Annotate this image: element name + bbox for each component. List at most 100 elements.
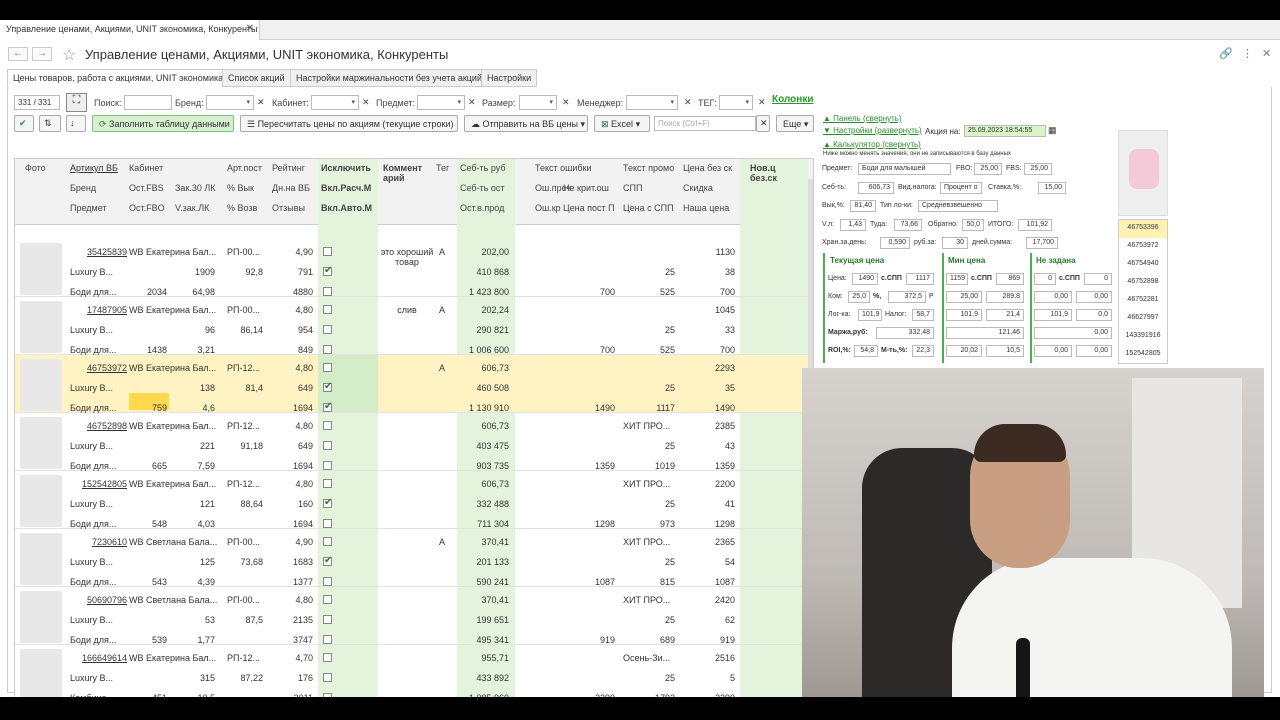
unset-marginality-field[interactable]: 0,00 <box>1076 345 1112 357</box>
article-link[interactable]: 46752898 <box>77 421 127 431</box>
article-link[interactable]: 166649614 <box>77 653 127 663</box>
unset-commission-field[interactable]: 0,00 <box>1034 291 1072 303</box>
unset-logistics-field[interactable]: 101,9 <box>1034 309 1072 321</box>
unset-roi-field[interactable]: 0,00 <box>1034 345 1072 357</box>
more-vert-icon[interactable]: ⋮ <box>1242 47 1253 60</box>
article-id-item[interactable]: 46753396 <box>1119 220 1167 238</box>
article-link[interactable]: 46753972 <box>77 363 127 373</box>
unset-commission-rub-field[interactable]: 0,00 <box>1076 291 1112 303</box>
column-header-c2-1[interactable]: Бренд <box>70 183 96 193</box>
min-roi-field[interactable]: 20,02 <box>946 345 982 357</box>
calendar-icon[interactable]: ▦ <box>1048 125 1057 136</box>
commission-pct-field[interactable]: 25,0 <box>848 291 870 303</box>
unset-cspp-field[interactable]: 0 <box>1084 273 1112 285</box>
column-header-c10-0[interactable]: Себ-ть руб <box>460 163 506 173</box>
product-photo[interactable] <box>20 301 62 353</box>
tab-promos[interactable]: Список акций <box>222 69 291 87</box>
promo-date-field[interactable]: 25.09.2023 18:54:55 <box>964 125 1046 137</box>
search-input[interactable] <box>124 95 172 110</box>
calc-checkbox[interactable] <box>323 555 332 566</box>
column-header-c6-2[interactable]: Отзывы <box>272 203 305 213</box>
clear-icon[interactable]: ✕ <box>684 97 692 108</box>
auto-checkbox[interactable] <box>323 461 332 470</box>
auto-checkbox[interactable] <box>323 287 332 296</box>
column-header-c3-2[interactable]: Ост.FBO <box>129 203 165 213</box>
product-photo[interactable] <box>20 649 62 701</box>
product-photo[interactable] <box>20 475 62 527</box>
brand-select[interactable]: ▾ <box>206 95 254 110</box>
star-icon[interactable]: ☆ <box>62 45 76 65</box>
close-icon[interactable]: ✕ <box>246 23 254 34</box>
unset-margin-field[interactable]: 0,00 <box>1034 327 1112 339</box>
column-header-c6-1[interactable]: Дн.на ВБ <box>272 183 310 193</box>
column-header-c4-2[interactable]: V.зак.ЛК <box>175 203 209 213</box>
column-header-c5-1[interactable]: % Вык <box>227 183 254 193</box>
column-header-c13-1[interactable]: СПП <box>623 183 642 193</box>
column-header-c2-2[interactable]: Предмет <box>70 203 107 213</box>
clear-icon[interactable]: ✕ <box>756 115 770 132</box>
article-id-item[interactable]: 46754940 <box>1119 256 1167 274</box>
min-commission-field[interactable]: 25,00 <box>946 291 982 303</box>
auto-checkbox[interactable] <box>323 635 332 644</box>
article-id-item[interactable]: 46627997 <box>1119 310 1167 328</box>
article-id-item[interactable]: 46752281 <box>1119 292 1167 310</box>
column-header-c7-1[interactable]: Вкл.Расч.М <box>321 183 371 193</box>
size-select[interactable]: ▾ <box>519 95 557 110</box>
column-header-c14-2[interactable]: Наша цена <box>683 203 729 213</box>
article-id-item[interactable]: 143391916 <box>1119 328 1167 346</box>
column-header-c10-1[interactable]: Себ-ть ост <box>460 183 505 193</box>
exclude-checkbox[interactable] <box>323 247 332 256</box>
column-header-c6-0[interactable]: Рейтинг <box>272 163 305 173</box>
column-header-c12-1[interactable]: Не крит.ош <box>563 183 609 193</box>
logistics-type-select[interactable]: Средневзвешенно <box>918 200 998 212</box>
buyout-field[interactable]: 81,40 <box>850 200 876 212</box>
calculator-toggle-link[interactable]: ▲ Калькулятор (свернуть) <box>823 140 921 149</box>
days-field[interactable]: 30 <box>942 237 968 249</box>
column-header-c14-0[interactable]: Цена без ск <box>683 163 732 173</box>
product-photo[interactable] <box>20 359 62 411</box>
recalc-button[interactable]: ☰ Пересчитать цены по акциям (текущие ст… <box>240 115 458 132</box>
column-header-c11-0[interactable]: Текст ошибки <box>535 163 592 173</box>
column-header-c5-2[interactable]: % Возв <box>227 203 257 213</box>
marginality-field[interactable]: 22,3 <box>912 345 934 357</box>
more-button[interactable]: Еще ▾ <box>776 115 814 132</box>
article-id-item[interactable]: 46753972 <box>1119 238 1167 256</box>
browser-tab[interactable]: Управление ценами, Акциями, UNIT экономи… <box>0 20 260 40</box>
column-header-c3-1[interactable]: Ост.FBS <box>129 183 164 193</box>
panel-toggle-link[interactable]: ▲ Панель (свернуть) <box>823 114 902 123</box>
column-header-c14-1[interactable]: Скидка <box>683 183 713 193</box>
auto-checkbox[interactable] <box>323 519 332 528</box>
unset-tax-field[interactable]: 0,0 <box>1076 309 1112 321</box>
min-logistics-field[interactable]: 101,9 <box>946 309 982 321</box>
column-header-c1-0[interactable]: Фото <box>25 163 46 173</box>
cost-field[interactable]: 606,73 <box>858 182 894 194</box>
fbs-field[interactable]: 25,00 <box>1024 163 1052 175</box>
grid-search-input[interactable]: Поиск (Ctrl+F) <box>654 116 756 131</box>
exclude-checkbox[interactable] <box>323 653 332 662</box>
product-photo[interactable] <box>20 243 62 295</box>
calc-checkbox[interactable] <box>323 497 332 508</box>
subject-select[interactable]: ▾ <box>417 95 465 110</box>
columns-link[interactable]: Колонки <box>772 94 813 105</box>
tag-select[interactable]: ▾ <box>719 95 753 110</box>
min-price-field[interactable]: 1159 <box>946 273 968 285</box>
there-field[interactable]: 73,66 <box>894 219 922 231</box>
min-commission-rub-field[interactable]: 289,8 <box>986 291 1024 303</box>
fbo-field[interactable]: 25,00 <box>974 163 1002 175</box>
expand-icon[interactable]: ⛶ <box>66 93 87 112</box>
back-button[interactable]: ← <box>8 47 28 61</box>
forward-button[interactable]: → <box>32 47 52 61</box>
fill-table-button[interactable]: ⟳ Заполнить таблицу данными <box>92 115 234 132</box>
column-header-c10-2[interactable]: Ост.в.прод <box>460 203 504 213</box>
sort-icon[interactable]: ⇅ <box>39 115 61 132</box>
calc-checkbox[interactable] <box>323 265 332 276</box>
clear-icon[interactable]: ✕ <box>257 97 265 108</box>
article-id-list[interactable]: 46753396 46753972 46754940 46752898 46752281… <box>1118 219 1168 364</box>
article-link[interactable]: 17487905 <box>77 305 127 315</box>
margin-field[interactable]: 332,48 <box>876 327 934 339</box>
exclude-checkbox[interactable] <box>323 537 332 546</box>
clear-icon[interactable]: ✕ <box>362 97 370 108</box>
manager-select[interactable]: ▾ <box>626 95 678 110</box>
auto-checkbox[interactable] <box>323 577 332 586</box>
product-photo[interactable] <box>20 417 62 469</box>
